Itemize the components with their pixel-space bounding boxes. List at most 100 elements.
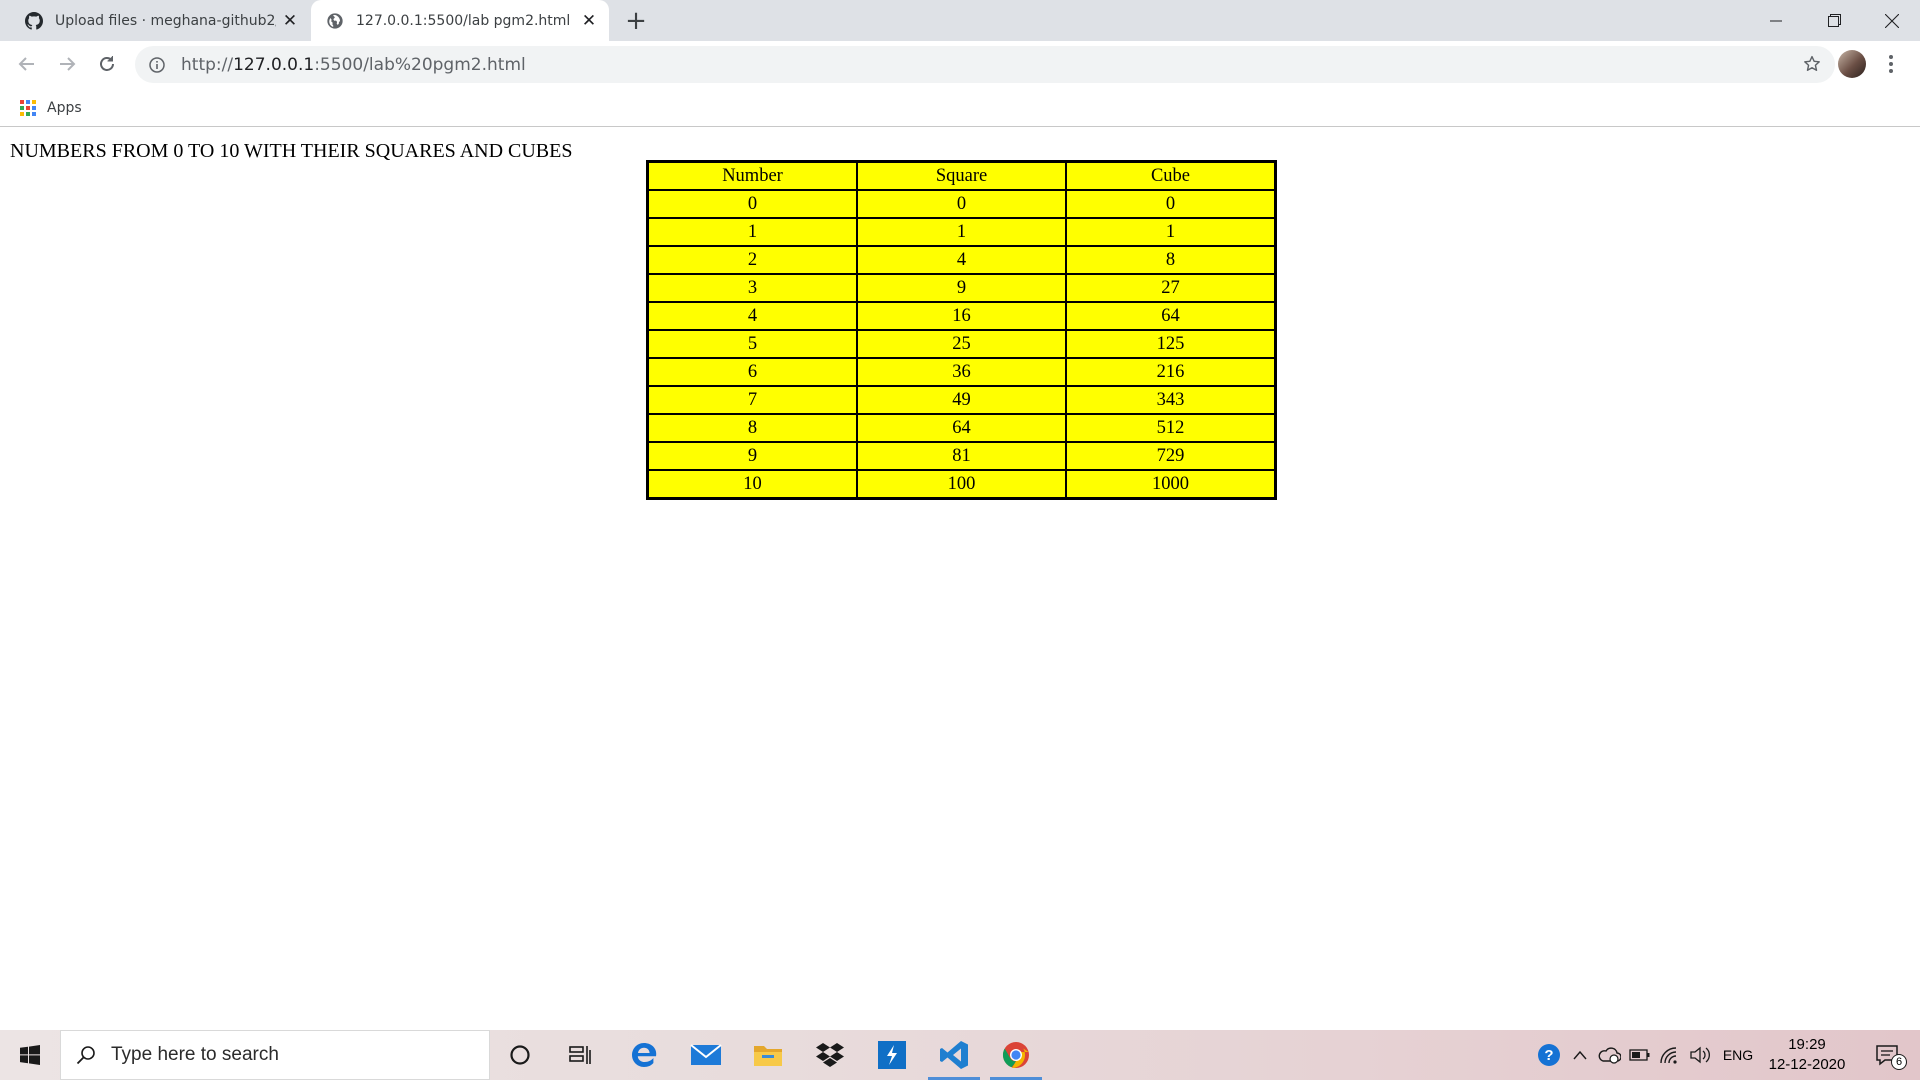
url-host: 127.0.0.1 xyxy=(233,54,315,75)
tab-upload-files[interactable]: Upload files · meghana-github2/ ✕ xyxy=(10,0,310,41)
start-button[interactable] xyxy=(0,1030,60,1080)
page-heading: NUMBERS FROM 0 TO 10 WITH THEIR SQUARES … xyxy=(10,140,573,162)
cell-number: 1 xyxy=(648,218,857,246)
cell-square: 0 xyxy=(857,190,1066,218)
github-icon xyxy=(24,11,44,31)
cell-cube: 64 xyxy=(1066,302,1275,330)
cell-cube: 27 xyxy=(1066,274,1275,302)
notification-count-badge: 6 xyxy=(1891,1054,1907,1070)
column-header-cube: Cube xyxy=(1066,162,1275,190)
browser-title-bar: Upload files · meghana-github2/ ✕ 127.0.… xyxy=(0,0,1920,41)
search-icon xyxy=(75,1044,97,1066)
bookmark-star-icon[interactable] xyxy=(1801,53,1823,75)
cell-square: 1 xyxy=(857,218,1066,246)
back-button[interactable] xyxy=(10,47,44,81)
tab-lab-pgm2[interactable]: 127.0.0.1:5500/lab pgm2.html ✕ xyxy=(311,0,609,41)
cell-cube: 729 xyxy=(1066,442,1275,470)
profile-avatar[interactable] xyxy=(1838,50,1866,78)
cell-cube: 1000 xyxy=(1066,470,1275,498)
cell-number: 2 xyxy=(648,246,857,274)
clock-time: 19:29 xyxy=(1788,1036,1826,1053)
forward-button[interactable] xyxy=(50,47,84,81)
cell-square: 49 xyxy=(857,386,1066,414)
volume-icon[interactable] xyxy=(1686,1030,1714,1080)
action-center-button[interactable]: 6 xyxy=(1864,1030,1914,1080)
edge-icon[interactable] xyxy=(614,1030,674,1080)
close-window-button[interactable] xyxy=(1863,0,1920,41)
taskbar-clock[interactable]: 19:29 12-12-2020 xyxy=(1760,1035,1854,1075)
globe-icon xyxy=(325,11,345,31)
cell-square: 100 xyxy=(857,470,1066,498)
tab-title: Upload files · meghana-github2/ xyxy=(55,12,276,29)
apps-label: Apps xyxy=(47,100,82,116)
apps-grid-icon xyxy=(20,100,36,116)
taskbar-search-box[interactable]: Type here to search xyxy=(60,1030,490,1080)
cortana-icon[interactable] xyxy=(490,1030,550,1080)
cell-square: 64 xyxy=(857,414,1066,442)
chrome-icon[interactable] xyxy=(986,1030,1046,1080)
cell-cube: 512 xyxy=(1066,414,1275,442)
table-row: 4 16 64 xyxy=(648,302,1275,330)
table-row: 9 81 729 xyxy=(648,442,1275,470)
table-row: 8 64 512 xyxy=(648,414,1275,442)
table-row: 248 xyxy=(648,246,1275,274)
table-row: 10 100 1000 xyxy=(648,470,1275,498)
cell-cube: 1 xyxy=(1066,218,1275,246)
url-path: :5500/lab%20pgm2.html xyxy=(314,54,526,75)
close-icon xyxy=(1885,13,1899,28)
cell-square: 36 xyxy=(857,358,1066,386)
url-text: http://127.0.0.1:5500/lab%20pgm2.html xyxy=(181,55,526,75)
bookmarks-bar: Apps xyxy=(0,88,1920,127)
cell-number: 0 xyxy=(648,190,857,218)
dropbox-icon[interactable] xyxy=(800,1030,860,1080)
back-arrow-icon xyxy=(18,57,34,71)
cell-cube: 0 xyxy=(1066,190,1275,218)
cell-number: 7 xyxy=(648,386,857,414)
cell-number: 5 xyxy=(648,330,857,358)
tab-close-icon[interactable]: ✕ xyxy=(575,7,603,35)
onedrive-icon[interactable] xyxy=(1594,1030,1624,1080)
cell-cube: 216 xyxy=(1066,358,1275,386)
numbers-table: Number Square Cube 000 111 248 3 9 27 4 16 6… xyxy=(646,160,1277,500)
info-icon[interactable] xyxy=(149,56,169,73)
clock-date: 12-12-2020 xyxy=(1768,1056,1846,1073)
minimize-icon xyxy=(1770,20,1782,21)
table-row: 5 25 125 xyxy=(648,330,1275,358)
table-header-row: Number Square Cube xyxy=(648,162,1275,190)
language-indicator[interactable]: ENG xyxy=(1716,1030,1760,1080)
file-explorer-icon[interactable] xyxy=(738,1030,798,1080)
cell-cube: 125 xyxy=(1066,330,1275,358)
table-row: 6 36 216 xyxy=(648,358,1275,386)
wifi-icon[interactable] xyxy=(1656,1030,1684,1080)
page-content: NUMBERS FROM 0 TO 10 WITH THEIR SQUARES … xyxy=(0,128,1920,1030)
cell-square: 4 xyxy=(857,246,1066,274)
column-header-number: Number xyxy=(648,162,857,190)
restore-button[interactable] xyxy=(1805,0,1863,41)
table-row: 7 49 343 xyxy=(648,386,1275,414)
cell-number: 9 xyxy=(648,442,857,470)
help-icon[interactable]: ? xyxy=(1532,1030,1566,1080)
task-view-icon[interactable] xyxy=(550,1030,610,1080)
reload-button[interactable] xyxy=(90,47,124,81)
windows-taskbar: Type here to search ? ENG 19:29 12-12-20… xyxy=(0,1030,1920,1080)
url-scheme: http:// xyxy=(181,54,234,75)
table-row: 111 xyxy=(648,218,1275,246)
cell-square: 81 xyxy=(857,442,1066,470)
vscode-icon[interactable] xyxy=(924,1030,984,1080)
mail-icon[interactable] xyxy=(676,1030,736,1080)
tab-close-icon[interactable]: ✕ xyxy=(276,7,304,35)
tab-title: 127.0.0.1:5500/lab pgm2.html xyxy=(356,12,571,29)
browser-toolbar: http://127.0.0.1:5500/lab%20pgm2.html xyxy=(0,41,1920,88)
power-automate-icon[interactable] xyxy=(862,1030,922,1080)
new-tab-button[interactable]: + xyxy=(620,5,652,37)
battery-icon[interactable] xyxy=(1626,1030,1654,1080)
chevron-up-icon[interactable] xyxy=(1568,1030,1592,1080)
minimize-button[interactable] xyxy=(1747,0,1805,41)
cell-number: 6 xyxy=(648,358,857,386)
bookmark-apps[interactable]: Apps xyxy=(20,96,82,120)
cell-cube: 343 xyxy=(1066,386,1275,414)
table-row: 000 xyxy=(648,190,1275,218)
reload-icon xyxy=(100,56,114,71)
browser-menu-icon[interactable] xyxy=(1876,49,1906,79)
address-bar[interactable]: http://127.0.0.1:5500/lab%20pgm2.html xyxy=(135,46,1835,83)
